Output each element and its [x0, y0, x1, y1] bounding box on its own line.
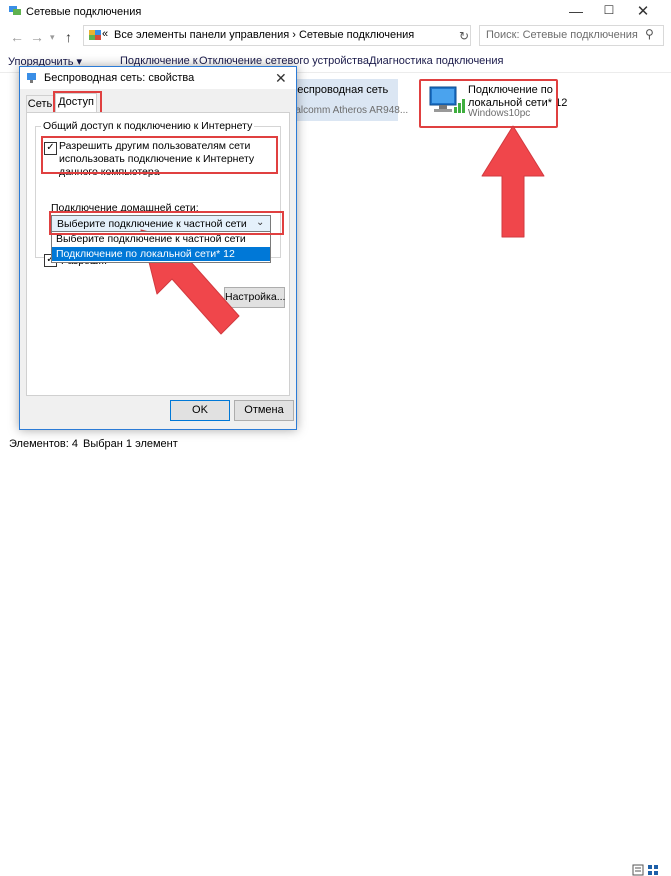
diagnose-button[interactable]: Диагностика подключения — [369, 55, 503, 67]
dialog-title: Беспроводная сеть: свойства — [44, 72, 195, 84]
properties-dialog: Беспроводная сеть: свойства ✕ Сеть Досту… — [19, 66, 297, 430]
forward-arrow-icon[interactable]: → — [30, 29, 44, 45]
status-selection: Выбран 1 элемент — [83, 438, 178, 450]
address-bar[interactable]: « Все элементы панели управления › Сетев… — [83, 25, 471, 46]
status-bar: Элементов: 4 Выбран 1 элемент — [0, 430, 671, 876]
dialog-close-button[interactable]: ✕ — [275, 70, 287, 87]
close-button[interactable]: ✕ — [632, 2, 654, 20]
wifi-connection-item[interactable]: Беспроводная сеть Qualcomm Atheros AR948… — [282, 79, 408, 121]
network-icon — [27, 73, 36, 83]
window-title: Сетевые подключения — [26, 6, 142, 18]
chevron-down-icon[interactable]: ▾ — [50, 32, 55, 43]
sharing-panel: Общий доступ к подключению к Интернету ✓… — [26, 112, 290, 396]
wifi-device-name: Qualcomm Atheros AR948... — [282, 105, 409, 116]
lan-highlight-frame — [419, 79, 558, 128]
ok-button[interactable]: OK — [170, 400, 230, 421]
wifi-connection-name: Беспроводная сеть — [290, 84, 389, 96]
address-prefix: « — [102, 28, 109, 40]
up-arrow-icon[interactable]: ↑ — [65, 29, 72, 45]
address-path: Все элементы панели управления › Сетевые… — [114, 29, 415, 41]
dropdown-option-lan12[interactable]: Подключение по локальной сети* 12 — [52, 247, 270, 261]
minimize-button[interactable]: — — [565, 3, 587, 19]
title-bar: Сетевые подключения — ☐ ✕ — [0, 0, 671, 24]
back-arrow-icon[interactable]: ← — [10, 29, 24, 45]
refresh-icon[interactable]: ↻ — [459, 29, 469, 43]
search-input[interactable]: Поиск: Сетевые подключения ⚲ — [479, 25, 664, 46]
ics-group-title: Общий доступ к подключению к Интернету — [41, 120, 255, 132]
option-highlight-frame — [49, 211, 284, 235]
home-network-dropdown: Выберите подключение к частной сети Подк… — [51, 231, 271, 263]
control-panel-icon — [89, 30, 101, 40]
maximize-button[interactable]: ☐ — [598, 3, 620, 19]
network-connections-icon — [9, 6, 21, 15]
cancel-button[interactable]: Отмена — [234, 400, 294, 421]
status-item-count: Элементов: 4 — [9, 438, 78, 450]
search-icon[interactable]: ⚲ — [645, 27, 654, 41]
tab-network[interactable]: Сеть — [26, 95, 54, 113]
view-toggle-icon[interactable] — [632, 864, 666, 876]
checkbox-highlight-frame — [41, 136, 278, 174]
dialog-title-bar: Беспроводная сеть: свойства ✕ — [20, 67, 296, 89]
red-arrow-up-icon — [481, 125, 545, 238]
search-placeholder: Поиск: Сетевые подключения — [486, 29, 638, 41]
